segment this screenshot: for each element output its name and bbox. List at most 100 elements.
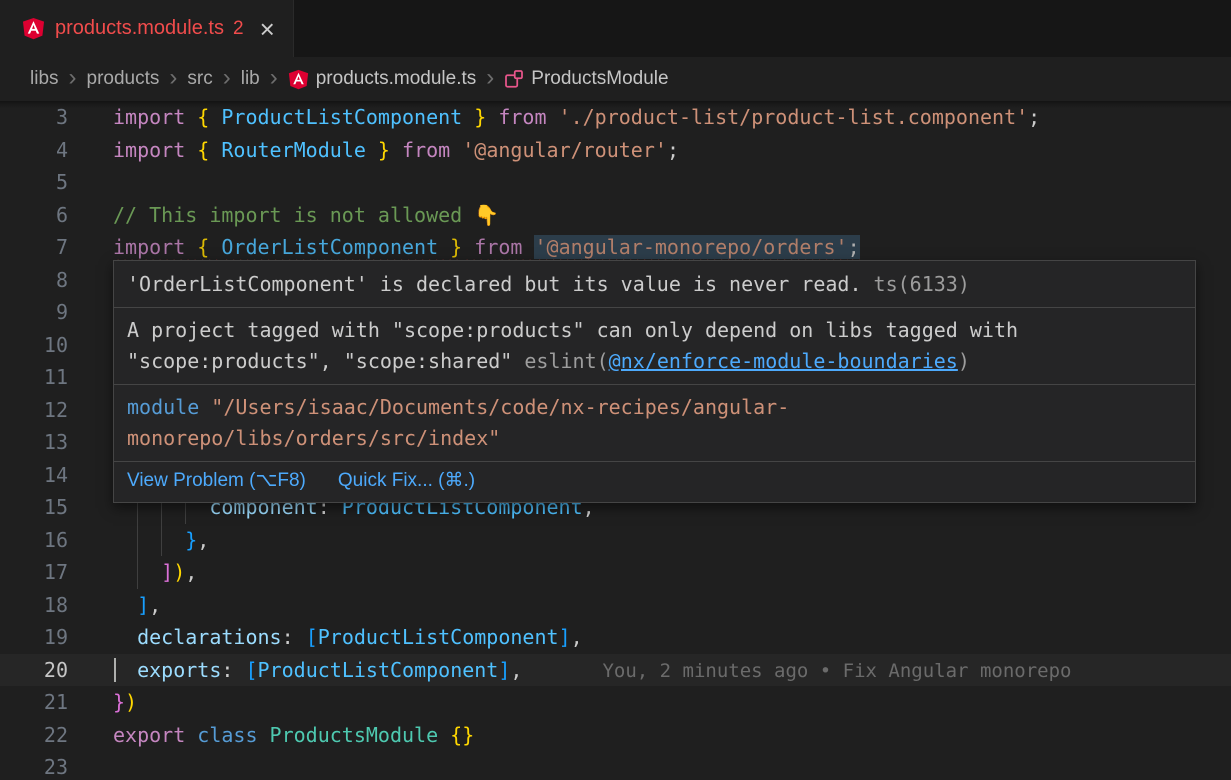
ts-error-message: 'OrderListComponent' is declared but its… [127,272,862,296]
line-number[interactable]: 12 [0,394,68,427]
code-line-18[interactable]: 18 ], [0,589,1231,622]
code-line-4[interactable]: 4import { RouterModule } from '@angular/… [0,134,1231,167]
code-line-21[interactable]: 21}) [0,686,1231,719]
line-number[interactable]: 8 [0,264,68,297]
code-token: [ [245,658,257,682]
breadcrumb-item-products[interactable]: products [87,68,160,90]
line-number[interactable]: 14 [0,459,68,492]
eslint-source-suffix: ) [958,349,970,373]
code-token: [ [306,625,318,649]
breadcrumb-label: libs [30,68,59,90]
tab-title: products.module.ts [55,17,224,40]
line-number[interactable]: 9 [0,296,68,329]
eslint-source-prefix: eslint( [524,349,608,373]
breadcrumb-file-label: products.module.ts [316,68,477,90]
hover-widget: 'OrderListComponent' is declared but its… [113,260,1196,503]
view-problem-action[interactable]: View Problem (⌥F8) [127,468,306,494]
line-number[interactable]: 10 [0,329,68,362]
code-content [113,751,1231,780]
line-number[interactable]: 19 [0,621,68,654]
line-number[interactable]: 3 [0,101,68,134]
code-line-17[interactable]: 17 ]), [0,556,1231,589]
eslint-message-line2: "scope:products", "scope:shared" eslint(… [127,346,1182,377]
line-number[interactable]: 17 [0,556,68,589]
code-token: import [113,138,197,162]
code-content: }) [113,686,1231,719]
code-token: ProductListComponent [318,625,559,649]
angular-icon [288,69,309,90]
code-token: , [185,560,197,584]
tab-bar: products.module.ts 2 × [0,0,1231,57]
code-token: // This import is not allowed 👇 [113,203,499,227]
line-number[interactable]: 6 [0,199,68,232]
code-line-3[interactable]: 3import { ProductListComponent } from '.… [0,101,1231,134]
line-number[interactable]: 21 [0,686,68,719]
quick-fix-action[interactable]: Quick Fix... (⌘.) [338,468,475,494]
line-number[interactable]: 13 [0,426,68,459]
code-line-6[interactable]: 6 // This import is not allowed 👇 [0,199,1231,232]
code-line-19[interactable]: 19 declarations: [ProductListComponent], [0,621,1231,654]
code-token: export [113,723,197,747]
code-line-16[interactable]: 16 }, [0,524,1231,557]
indent-guide [161,524,162,557]
breadcrumb-item-file[interactable]: products.module.ts [288,68,477,90]
code-content [113,166,1231,199]
code-token: } [185,528,197,552]
code-token: } [438,235,462,259]
code-content: }, [113,524,1231,557]
line-number[interactable]: 11 [0,361,68,394]
breadcrumb-item-libs[interactable]: libs [30,68,59,90]
code-token: exports [137,658,221,682]
tab-products-module[interactable]: products.module.ts 2 × [0,0,294,57]
eslint-rule-link[interactable]: @nx/enforce-module-boundaries [609,349,958,373]
code-line-20[interactable]: 20 exports: [ProductListComponent],You, … [0,654,1231,687]
hover-ts-error: 'OrderListComponent' is declared but its… [114,261,1195,308]
line-number[interactable]: 5 [0,166,68,199]
text-cursor [114,658,116,682]
breadcrumb-item-symbol[interactable]: ProductsModule [504,68,668,90]
breadcrumb-item-lib[interactable]: lib [241,68,260,90]
line-number[interactable]: 20 [0,654,68,687]
code-token: ] [498,658,510,682]
hover-actions: View Problem (⌥F8) Quick Fix... (⌘.) [114,462,1195,502]
code-token: ProductListComponent [258,658,499,682]
line-number[interactable]: 23 [0,751,68,780]
code-line-22[interactable]: 22export class ProductsModule {} [0,719,1231,752]
close-icon[interactable]: × [260,16,275,42]
chevron-right-icon: › [213,64,241,95]
chevron-right-icon: › [59,64,87,95]
line-number[interactable]: 22 [0,719,68,752]
code-token: , [149,593,161,617]
code-token: OrderListComponent [221,235,438,259]
code-token: } [462,105,486,129]
module-keyword: module [127,395,199,419]
code-token: ; [848,235,860,259]
code-token: declarations [137,625,282,649]
module-path-part1: "/Users/isaac/Documents/code/nx-recipes/… [199,395,789,419]
line-number[interactable]: 7 [0,231,68,264]
code-content: ], [113,589,1231,622]
code-line-23[interactable]: 23 [0,751,1231,780]
code-token [113,658,137,682]
code-token: from [462,235,534,259]
chevron-right-icon: › [159,64,187,95]
angular-icon [22,17,45,40]
code-token: import [113,235,197,259]
breadcrumb-label: lib [241,68,260,90]
code-line-7[interactable]: 7 import { OrderListComponent } from '@an… [0,231,1231,264]
code-token: : [282,625,306,649]
line-number[interactable]: 15 [0,491,68,524]
editor[interactable]: 3import { ProductListComponent } from '.… [0,101,1231,780]
code-token: , [197,528,209,552]
breadcrumb-item-src[interactable]: src [187,68,212,90]
code-token: '@angular/router' [462,138,667,162]
line-number[interactable]: 16 [0,524,68,557]
code-token: ] [559,625,571,649]
code-token: , [571,625,583,649]
code-line-5[interactable]: 5 [0,166,1231,199]
git-blame-annotation: You, 2 minutes ago • Fix Angular monorep… [602,660,1071,682]
line-number[interactable]: 4 [0,134,68,167]
line-number[interactable]: 18 [0,589,68,622]
code-token: ) [173,560,185,584]
code-content: import { OrderListComponent } from '@ang… [113,231,1231,264]
